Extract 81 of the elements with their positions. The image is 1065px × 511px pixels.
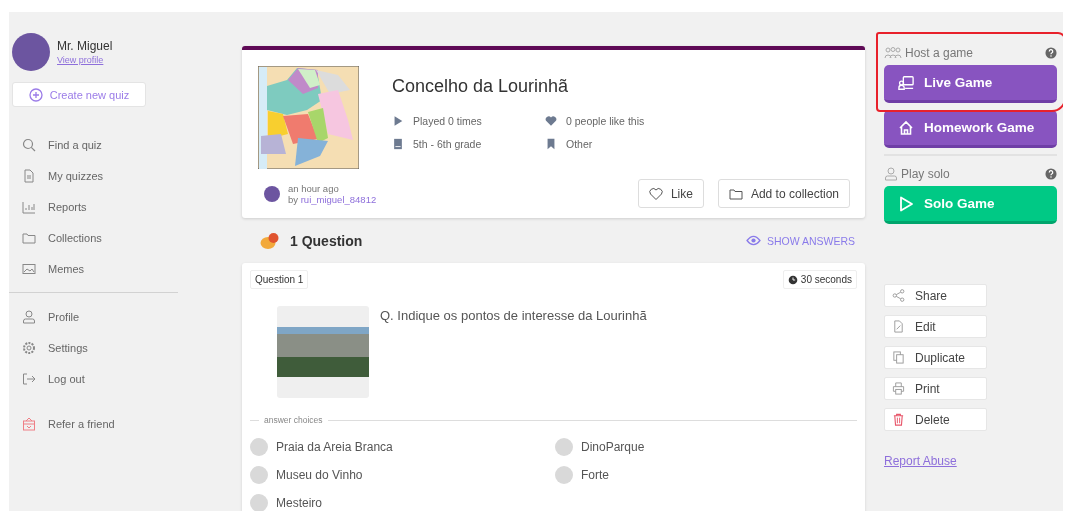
sidebar-item[interactable]: Settings bbox=[9, 332, 180, 363]
time-limit: 30 seconds bbox=[800, 274, 852, 285]
heart-icon bbox=[648, 186, 663, 201]
author-prefix: by bbox=[288, 193, 299, 205]
homework-game-button[interactable]: Homework Game bbox=[884, 110, 1057, 148]
chat-bubbles-icon bbox=[260, 231, 280, 250]
sidebar-item[interactable]: Memes bbox=[9, 253, 180, 284]
answer-radio[interactable] bbox=[250, 438, 268, 456]
sidebar-item[interactable]: Collections bbox=[9, 222, 180, 253]
answer-choices-label: answer choices bbox=[264, 415, 323, 425]
people-icon bbox=[884, 46, 902, 60]
printer-icon bbox=[892, 382, 905, 395]
book-icon bbox=[392, 138, 404, 150]
add-to-collection-button[interactable]: Add to collection bbox=[717, 179, 850, 208]
live-game-button[interactable]: Live Game bbox=[884, 65, 1057, 103]
user-name: Mr. Miguel bbox=[57, 39, 113, 53]
sidebar-item[interactable]: Reports bbox=[9, 191, 180, 222]
logout-icon bbox=[22, 371, 36, 386]
view-profile-link[interactable]: View profile bbox=[57, 55, 113, 65]
quiz-stat: 5th - 6th grade bbox=[392, 138, 545, 150]
answer-choice: Museu do Vinho bbox=[276, 468, 363, 482]
delete-button[interactable]: Delete bbox=[884, 408, 987, 431]
timestamp: an hour ago bbox=[288, 182, 340, 194]
person-icon bbox=[884, 167, 898, 181]
show-answers-button[interactable]: SHOW ANSWERS bbox=[745, 234, 855, 247]
presenter-screen-icon bbox=[898, 74, 914, 91]
play-icon bbox=[392, 115, 404, 127]
sidebar-item[interactable]: Profile bbox=[9, 301, 180, 332]
help-icon bbox=[1045, 168, 1057, 180]
avatar bbox=[12, 33, 50, 71]
sidebar-item[interactable]: My quizzes bbox=[9, 160, 180, 191]
folder-icon bbox=[22, 230, 36, 245]
sidebar-item[interactable]: Find a quiz bbox=[9, 129, 180, 160]
author-avatar bbox=[264, 185, 280, 202]
duplicate-button[interactable]: Duplicate bbox=[884, 346, 987, 369]
answer-radio[interactable] bbox=[250, 494, 268, 511]
settings-icon bbox=[22, 340, 36, 355]
create-quiz-button[interactable]: Create new quiz bbox=[12, 82, 146, 107]
search-icon bbox=[22, 137, 36, 152]
sidebar-item[interactable]: Refer a friend bbox=[9, 408, 180, 439]
document-icon bbox=[22, 168, 36, 183]
help-icon bbox=[1045, 47, 1057, 59]
quiz-title: Concelho da Lourinhã bbox=[392, 76, 570, 97]
quiz-stat: 0 people like this bbox=[545, 115, 705, 127]
author-link[interactable]: rui_miguel_84812 bbox=[300, 193, 377, 205]
quiz-stat: Other bbox=[545, 138, 705, 150]
share-button[interactable]: Share bbox=[884, 284, 987, 307]
clock-icon bbox=[787, 274, 798, 285]
trash-icon bbox=[892, 413, 905, 426]
copy-icon bbox=[892, 351, 905, 364]
answer-radio[interactable] bbox=[250, 466, 268, 484]
folder-icon bbox=[728, 186, 743, 201]
answer-choice: Forte bbox=[581, 468, 609, 482]
answer-choice: Praia da Areia Branca bbox=[276, 440, 393, 454]
answer-choice: Mesteiro bbox=[276, 496, 322, 510]
answer-choice: DinoParque bbox=[581, 440, 645, 454]
heart-icon bbox=[545, 115, 557, 127]
quiz-stat: Played 0 times bbox=[392, 115, 545, 127]
question-text: Q. Indique os pontos de interesse da Lourinhã bbox=[380, 308, 647, 325]
question-count: 1 Question bbox=[290, 232, 363, 249]
like-button[interactable]: Like bbox=[637, 179, 704, 208]
person-icon bbox=[22, 309, 36, 324]
bar-chart-icon bbox=[22, 199, 36, 214]
sidebar-item[interactable]: Log out bbox=[9, 363, 180, 394]
share-icon bbox=[892, 289, 905, 302]
bookmark-icon bbox=[545, 138, 557, 150]
section-label: Host a game bbox=[905, 46, 974, 60]
question-number-tag: Question 1 bbox=[250, 270, 309, 289]
eye-icon bbox=[745, 235, 761, 246]
home-icon bbox=[898, 119, 914, 136]
pencil-document-icon bbox=[892, 320, 905, 333]
answer-radio[interactable] bbox=[555, 438, 573, 456]
gift-icon bbox=[22, 416, 36, 431]
print-button[interactable]: Print bbox=[884, 377, 987, 400]
edit-button[interactable]: Edit bbox=[884, 315, 987, 338]
plus-circle-icon bbox=[28, 87, 43, 102]
report-abuse-link[interactable]: Report Abuse bbox=[884, 454, 1057, 468]
section-label: Play solo bbox=[901, 167, 950, 181]
play-icon bbox=[898, 195, 914, 212]
answer-radio[interactable] bbox=[555, 466, 573, 484]
image-icon bbox=[22, 261, 36, 276]
